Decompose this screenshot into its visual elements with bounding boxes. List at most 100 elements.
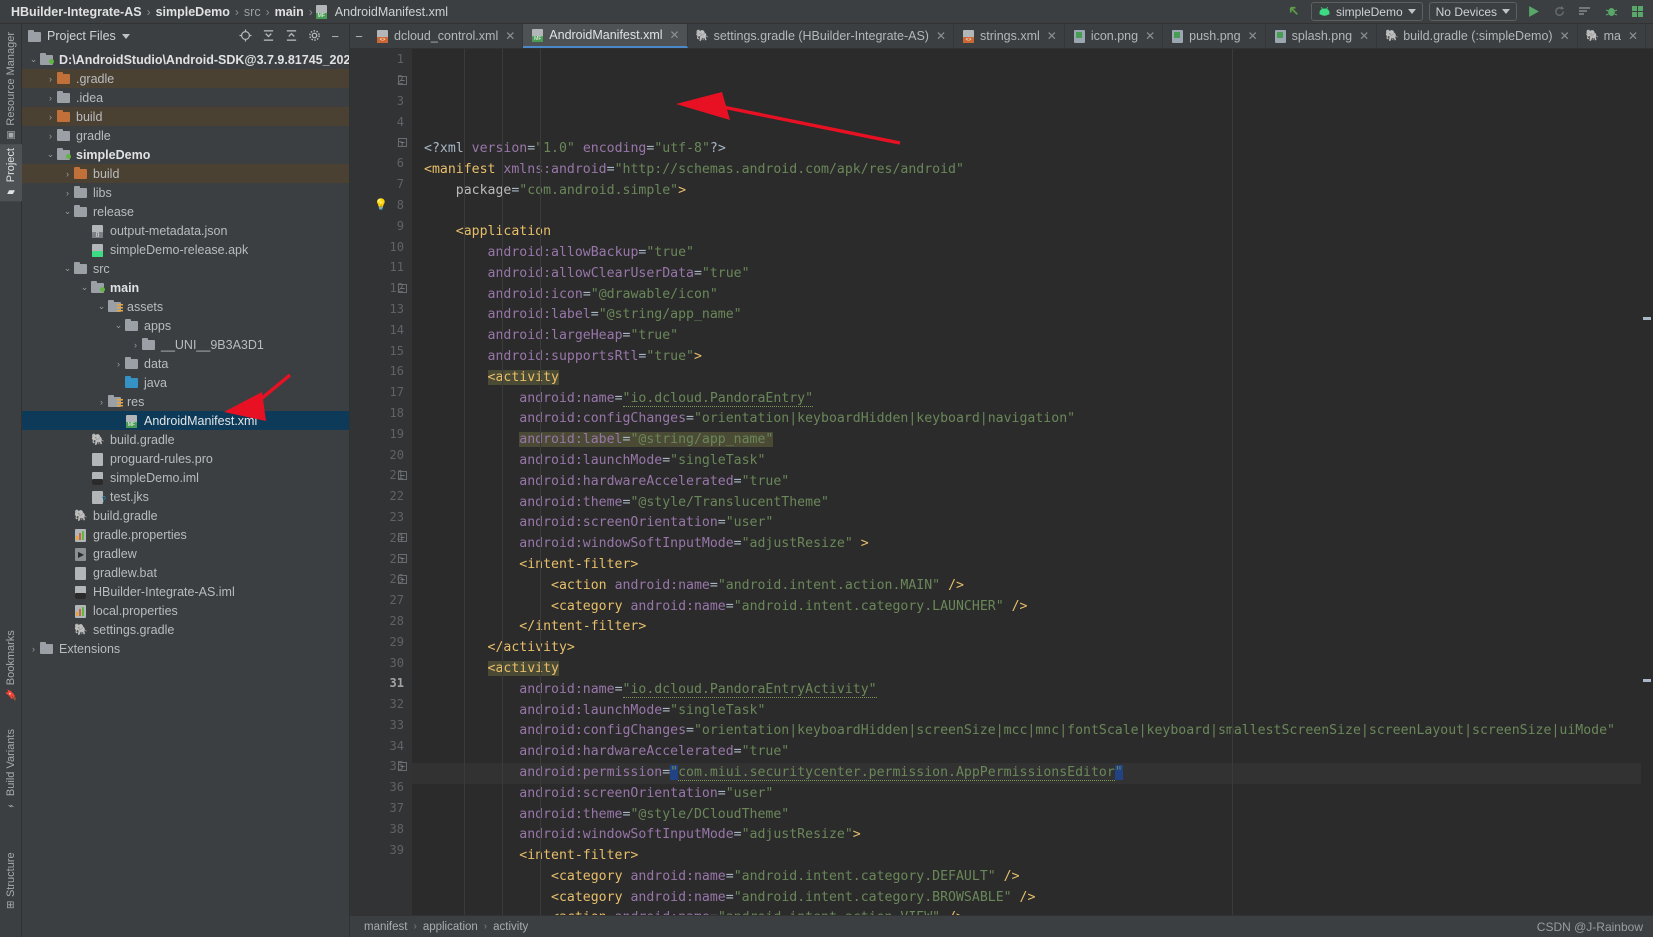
- close-icon[interactable]: ✕: [1248, 29, 1258, 43]
- close-icon[interactable]: ✕: [1047, 29, 1057, 43]
- tree-item-gradlew[interactable]: ▶ gradlew: [22, 544, 349, 563]
- code-line[interactable]: [412, 201, 1641, 222]
- tree-item-gradlew-bat[interactable]: gradlew.bat: [22, 563, 349, 582]
- editor-tab-splash-png[interactable]: splash.png ✕: [1266, 24, 1378, 48]
- code-line[interactable]: android:hardwareAccelerated="true": [412, 742, 1641, 763]
- breadcrumb-item[interactable]: main: [272, 5, 307, 19]
- breadcrumb-item[interactable]: src: [241, 5, 264, 19]
- chevron-down-icon[interactable]: ⌄: [79, 282, 90, 293]
- chevron-down-icon[interactable]: ⌄: [28, 54, 39, 65]
- intention-bulb-icon[interactable]: 💡: [374, 198, 388, 211]
- code-line[interactable]: android:permission="com.miui.securitycen…: [412, 762, 1641, 784]
- editor-tab-settings-gradle-hbuilder-integrate-as-[interactable]: 🐘 settings.gradle (HBuilder-Integrate-AS)…: [688, 24, 955, 48]
- chevron-down-icon[interactable]: ⌄: [113, 320, 124, 331]
- collapse-all-icon[interactable]: [262, 29, 275, 44]
- code-line[interactable]: android:screenOrientation="user": [412, 513, 1641, 534]
- code-line[interactable]: android:screenOrientation="user": [412, 784, 1641, 805]
- tree-item-release[interactable]: ⌄ release: [22, 202, 349, 221]
- editor-tab-ma[interactable]: 🐘 ma ✕: [1578, 24, 1647, 48]
- code-line[interactable]: android:windowSoftInputMode="adjustResiz…: [412, 534, 1641, 555]
- editor-tab-build-gradle-simpledemo-[interactable]: 🐘 build.gradle (:simpleDemo) ✕: [1377, 24, 1578, 48]
- close-icon[interactable]: ✕: [1560, 29, 1570, 43]
- chevron-right-icon[interactable]: ›: [28, 644, 39, 654]
- code-line[interactable]: android:allowClearUserData="true": [412, 264, 1641, 285]
- code-line[interactable]: android:launchMode="singleTask": [412, 701, 1641, 722]
- close-icon[interactable]: ✕: [1628, 29, 1638, 43]
- chevron-right-icon[interactable]: ›: [45, 131, 56, 141]
- project-tree[interactable]: ⌄ D:\AndroidStudio\Android-SDK@3.7.9.8174…: [22, 48, 349, 937]
- code-line[interactable]: <manifest xmlns:android="http://schemas.…: [412, 160, 1641, 181]
- close-icon[interactable]: ✕: [936, 29, 946, 43]
- chevron-down-icon[interactable]: ⌄: [62, 206, 73, 217]
- tree-item-gradle-properties[interactable]: gradle.properties: [22, 525, 349, 544]
- editor-tab-dcloud-control-xml[interactable]: <> dcloud_control.xml ✕: [368, 24, 524, 48]
- tree-item-data[interactable]: › data: [22, 354, 349, 373]
- code-editor[interactable]: 1−2 3 4−5 6 7 💡 8 9 10 11−12 13 14 15 16 17 18 19 20−21 22…: [350, 49, 1653, 915]
- code-line[interactable]: android:label="@string/app_name": [412, 305, 1641, 326]
- tree-item-simpledemo-iml[interactable]: simpleDemo.iml: [22, 468, 349, 487]
- device-selector[interactable]: No Devices: [1428, 2, 1517, 21]
- editor-scrollbar[interactable]: [1641, 49, 1653, 915]
- chevron-down-icon[interactable]: [121, 33, 130, 39]
- tree-item-java[interactable]: java: [22, 373, 349, 392]
- breadcrumb-item[interactable]: simpleDemo: [153, 5, 233, 19]
- editor-tab-androidmanifest-xml[interactable]: MF AndroidManifest.xml ✕: [523, 24, 688, 48]
- close-icon[interactable]: ✕: [1145, 29, 1155, 43]
- code-line[interactable]: <action android:name="android.intent.act…: [412, 576, 1641, 597]
- breadcrumb-activity[interactable]: activity: [493, 921, 528, 933]
- rerun-icon[interactable]: [1549, 2, 1569, 22]
- code-line[interactable]: <?xml version="1.0" encoding="utf-8"?>: [412, 139, 1641, 160]
- code-line[interactable]: <activity: [412, 368, 1641, 389]
- line-number-gutter[interactable]: 1−2 3 4−5 6 7 💡 8 9 10 11−12 13 14 15 16 17 18 19 20−21 22…: [350, 49, 412, 915]
- code-line[interactable]: <action android:name="android.intent.act…: [412, 908, 1641, 915]
- code-line[interactable]: android:windowSoftInputMode="adjustResiz…: [412, 825, 1641, 846]
- tree-item-build-gradle[interactable]: 🐘 build.gradle: [22, 430, 349, 449]
- tree-item-simpledemo-release-apk[interactable]: simpleDemo-release.apk: [22, 240, 349, 259]
- breadcrumb-item[interactable]: HBuilder-Integrate-AS: [8, 5, 145, 19]
- back-arrow-icon[interactable]: [1285, 2, 1305, 22]
- editor-tab-icon-png[interactable]: icon.png ✕: [1065, 24, 1164, 48]
- tree-item-assets[interactable]: ⌄ assets: [22, 297, 349, 316]
- project-view-selector[interactable]: Project Files: [47, 29, 116, 43]
- code-line[interactable]: android:label="@string/app_name": [412, 430, 1641, 451]
- tree-item-d-androidstudio-android-sdk-3-7-9-81745-2023[interactable]: ⌄ D:\AndroidStudio\Android-SDK@3.7.9.8174…: [22, 50, 349, 69]
- run-configuration-selector[interactable]: simpleDemo: [1310, 2, 1423, 21]
- debug-icon[interactable]: [1601, 2, 1621, 22]
- tree-item-build[interactable]: › build: [22, 107, 349, 126]
- fold-toggle-icon[interactable]: −: [398, 575, 407, 584]
- tree-item-simpledemo[interactable]: ⌄ simpleDemo: [22, 145, 349, 164]
- tree-item-apps[interactable]: ⌄ apps: [22, 316, 349, 335]
- code-line[interactable]: android:theme="@style/DCloudTheme": [412, 805, 1641, 826]
- close-icon[interactable]: ✕: [670, 28, 680, 42]
- fold-toggle-icon[interactable]: −: [398, 762, 407, 772]
- hide-panel-icon[interactable]: −: [331, 30, 339, 43]
- code-line[interactable]: android:theme="@style/TranslucentTheme": [412, 493, 1641, 514]
- tree-item-settings-gradle[interactable]: 🐘 settings.gradle: [22, 620, 349, 639]
- code-line[interactable]: android:configChanges="orientation|keybo…: [412, 409, 1641, 430]
- chevron-right-icon[interactable]: ›: [45, 112, 56, 122]
- code-line[interactable]: </activity>: [412, 638, 1641, 659]
- tree-item-main[interactable]: ⌄ main: [22, 278, 349, 297]
- chevron-right-icon[interactable]: ›: [62, 169, 73, 179]
- fold-toggle-icon[interactable]: −: [398, 138, 407, 148]
- fold-toggle-icon[interactable]: −: [398, 554, 407, 564]
- sidebar-item-bookmarks[interactable]: 🔖 Bookmarks: [0, 626, 22, 705]
- chevron-right-icon[interactable]: ›: [62, 188, 73, 198]
- tree-item-res[interactable]: › res: [22, 392, 349, 411]
- breadcrumb-item[interactable]: AndroidManifest.xml: [332, 5, 451, 19]
- tree-item--uni-9b3a3d1[interactable]: › __UNI__9B3A3D1: [22, 335, 349, 354]
- code-line[interactable]: android:name="io.dcloud.PandoraEntryActi…: [412, 680, 1641, 701]
- tree-item--idea[interactable]: › .idea: [22, 88, 349, 107]
- chevron-right-icon[interactable]: ›: [45, 93, 56, 103]
- fold-toggle-icon[interactable]: −: [398, 533, 407, 543]
- hide-tabs-icon[interactable]: −: [350, 24, 368, 48]
- target-icon[interactable]: [239, 28, 252, 44]
- close-icon[interactable]: ✕: [1359, 29, 1369, 43]
- code-line[interactable]: <category android:name="android.intent.c…: [412, 888, 1641, 909]
- fold-toggle-icon[interactable]: −: [398, 283, 407, 293]
- tree-item-extensions[interactable]: › Extensions: [22, 639, 349, 658]
- code-line[interactable]: android:launchMode="singleTask": [412, 451, 1641, 472]
- code-line[interactable]: android:configChanges="orientation|keybo…: [412, 721, 1641, 742]
- code-line[interactable]: <activity: [412, 659, 1641, 680]
- code-content[interactable]: <?xml version="1.0" encoding="utf-8"?> <m…: [412, 49, 1641, 915]
